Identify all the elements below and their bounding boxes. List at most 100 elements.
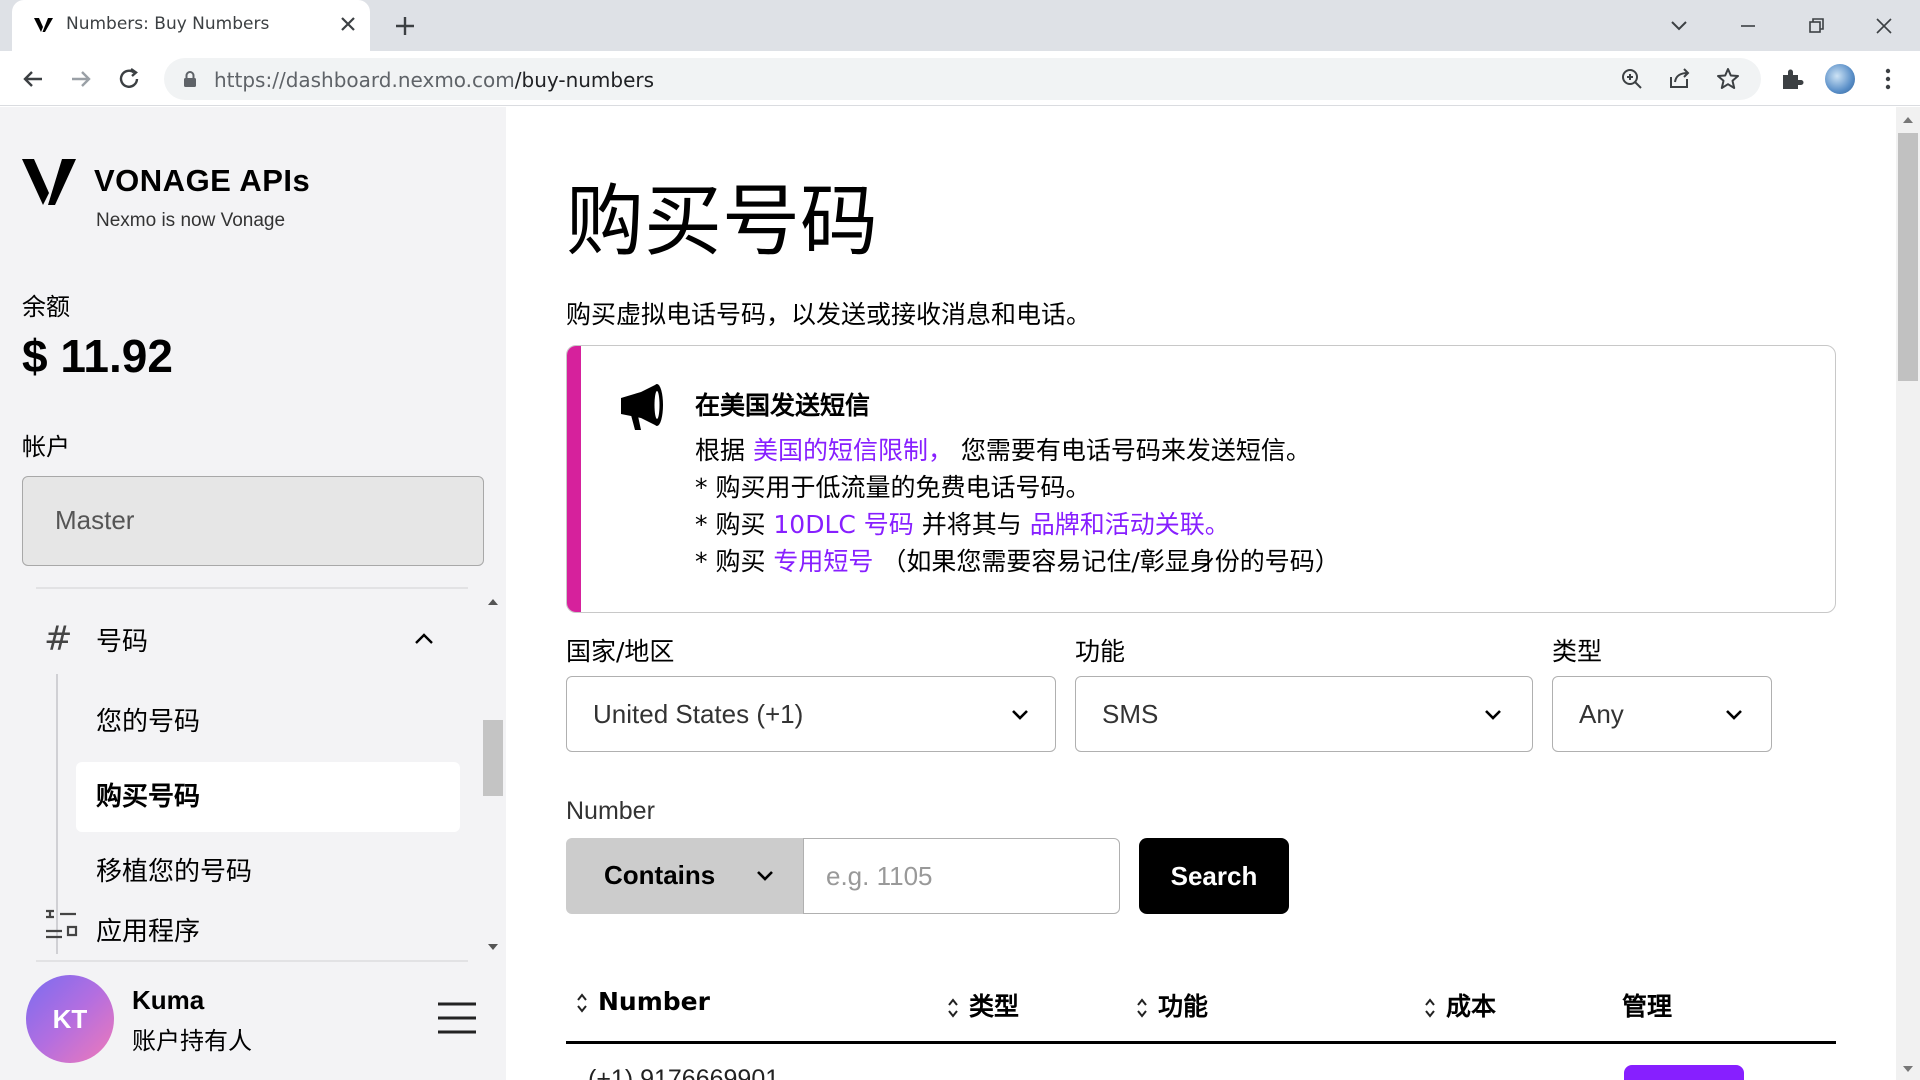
bookmark-star-icon[interactable]	[1715, 66, 1741, 92]
page-description: 购买虚拟电话号码，以发送或接收消息和电话。	[566, 300, 1092, 329]
country-select[interactable]: United States (+1)	[566, 676, 1056, 752]
new-tab-icon[interactable]	[390, 11, 420, 41]
search-button[interactable]: Search	[1139, 838, 1289, 914]
lock-icon[interactable]	[180, 69, 200, 89]
chevron-down-icon	[1012, 710, 1028, 720]
column-header-feature[interactable]: 功能	[1134, 987, 1208, 1023]
number-search-input[interactable]	[803, 838, 1120, 914]
sidebar-group-numbers[interactable]: 号码	[96, 621, 148, 658]
match-mode-value: Contains	[604, 860, 716, 890]
url-host: https://dashboard.nexmo.com	[214, 68, 515, 92]
table-row-number: (+1) 9176669901	[588, 1065, 780, 1080]
account-selector[interactable]: Master	[22, 476, 484, 566]
close-tab-icon[interactable]	[335, 11, 361, 37]
share-icon[interactable]	[1667, 66, 1693, 92]
url-text: https://dashboard.nexmo.com/buy-numbers	[214, 68, 654, 92]
column-header-number[interactable]: Number	[574, 987, 710, 1016]
notice-text: 您需要有电话号码来发送短信。	[952, 436, 1311, 465]
country-value: United States (+1)	[593, 699, 804, 729]
sort-icon	[1137, 998, 1147, 1018]
10dlc-numbers-link[interactable]: 10DLC 号码	[773, 510, 913, 539]
page-scroll-thumb[interactable]	[1898, 133, 1918, 381]
notice-line-4: * 购买 专用短号 （如果您需要容易记住/彰显身份的号码）	[695, 542, 1340, 578]
vonage-favicon-icon	[34, 18, 53, 32]
reload-icon[interactable]	[113, 63, 145, 95]
brands-campaigns-link[interactable]: 品牌和活动关联。	[1030, 510, 1230, 539]
browser-toolbar: https://dashboard.nexmo.com/buy-numbers	[0, 51, 1920, 106]
column-header-cost[interactable]: 成本	[1422, 987, 1496, 1023]
notice-text: （如果您需要容易记住/彰显身份的号码）	[873, 547, 1340, 576]
column-header-label: 类型	[969, 992, 1020, 1021]
type-label: 类型	[1552, 637, 1603, 666]
restore-icon[interactable]	[1800, 10, 1832, 42]
close-window-icon[interactable]	[1868, 10, 1900, 42]
buy-button[interactable]	[1624, 1065, 1744, 1080]
main-content: 购买号码 购买虚拟电话号码，以发送或接收消息和电话。 在美国发送短信 根据 美国…	[506, 107, 1896, 1080]
feature-label: 功能	[1075, 637, 1126, 666]
sort-icon	[577, 993, 587, 1013]
sidebar-item-applications[interactable]: 应用程序	[96, 911, 200, 948]
table-header-divider	[566, 1041, 1836, 1044]
match-mode-select[interactable]: Contains	[566, 838, 804, 914]
url-path: /buy-numbers	[514, 68, 655, 92]
notice-text: * 购买	[695, 510, 774, 539]
notice-title: 在美国发送短信	[695, 391, 871, 420]
sidebar-item-buy-numbers[interactable]: 购买号码	[76, 762, 460, 832]
page-title: 购买号码	[566, 177, 879, 267]
forward-icon[interactable]	[65, 63, 97, 95]
balance-value: $ 11.92	[22, 330, 173, 382]
chevron-down-icon	[1485, 710, 1501, 720]
zoom-icon[interactable]	[1619, 66, 1645, 92]
tab-search-icon[interactable]	[1663, 10, 1695, 42]
applications-icon	[46, 909, 78, 939]
profile-avatar-icon[interactable]	[1825, 64, 1855, 94]
sort-icon	[1425, 998, 1435, 1018]
megaphone-icon	[621, 384, 663, 430]
sort-icon	[948, 998, 958, 1018]
notice-line-1: 根据 美国的短信限制， 您需要有电话号码来发送短信。	[695, 431, 1311, 467]
notice-text: 根据	[695, 436, 753, 465]
user-avatar[interactable]: KT	[26, 975, 114, 1063]
address-bar[interactable]: https://dashboard.nexmo.com/buy-numbers	[164, 58, 1761, 100]
sidebar: VONAGE APIs Nexmo is now Vonage 余额 $ 11.…	[0, 107, 506, 1080]
notice-line-3: * 购买 10DLC 号码 并将其与 品牌和活动关联。	[695, 505, 1230, 541]
sidebar-item-your-numbers[interactable]: 您的号码	[76, 687, 460, 757]
balance-label: 余额	[22, 293, 70, 321]
feature-select[interactable]: SMS	[1075, 676, 1533, 752]
user-name: Kuma	[132, 985, 205, 1015]
hamburger-menu-icon[interactable]	[436, 997, 478, 1039]
extensions-icon[interactable]	[1777, 64, 1807, 94]
notice-text: * 购买	[695, 547, 774, 576]
notice-line-2: * 购买用于低流量的免费电话号码。	[695, 473, 1091, 502]
sidebar-scroll-thumb[interactable]	[483, 720, 503, 796]
brand-subtitle: Nexmo is now Vonage	[96, 210, 286, 231]
sidebar-nav: # 号码 您的号码 购买号码 移植您的号码 应用程序	[36, 587, 468, 962]
chevron-up-icon[interactable]	[410, 625, 438, 653]
type-value: Any	[1579, 699, 1624, 729]
sms-notice-box: 在美国发送短信 根据 美国的短信限制， 您需要有电话号码来发送短信。 * 购买用…	[566, 345, 1836, 613]
minimize-icon[interactable]	[1732, 10, 1764, 42]
number-label: Number	[566, 797, 655, 825]
browser-tab[interactable]: Numbers: Buy Numbers	[12, 0, 370, 51]
vonage-logo-icon[interactable]	[22, 159, 76, 205]
hash-icon: #	[44, 619, 73, 659]
chevron-down-icon	[757, 871, 773, 881]
column-header-type[interactable]: 类型	[945, 987, 1019, 1023]
more-menu-icon[interactable]	[1873, 64, 1903, 94]
column-header-label: Number	[598, 987, 710, 1016]
type-select[interactable]: Any	[1552, 676, 1772, 752]
column-header-label: 成本	[1446, 992, 1497, 1021]
chevron-down-icon	[1726, 710, 1742, 720]
user-role: 账户持有人	[132, 1027, 252, 1055]
column-header-manage: 管理	[1622, 987, 1672, 1023]
us-sms-restrictions-link[interactable]: 美国的短信限制，	[753, 436, 953, 465]
back-icon[interactable]	[17, 63, 49, 95]
tab-title: Numbers: Buy Numbers	[66, 14, 270, 34]
sidebar-item-port-numbers[interactable]: 移植您的号码	[76, 837, 460, 907]
feature-value: SMS	[1102, 699, 1159, 729]
brand-name: VONAGE APIs	[94, 163, 311, 198]
short-codes-link[interactable]: 专用短号	[773, 547, 873, 576]
column-header-label: 功能	[1158, 992, 1209, 1021]
notice-accent-bar	[567, 346, 581, 612]
browser-tab-strip: Numbers: Buy Numbers	[0, 0, 1920, 51]
